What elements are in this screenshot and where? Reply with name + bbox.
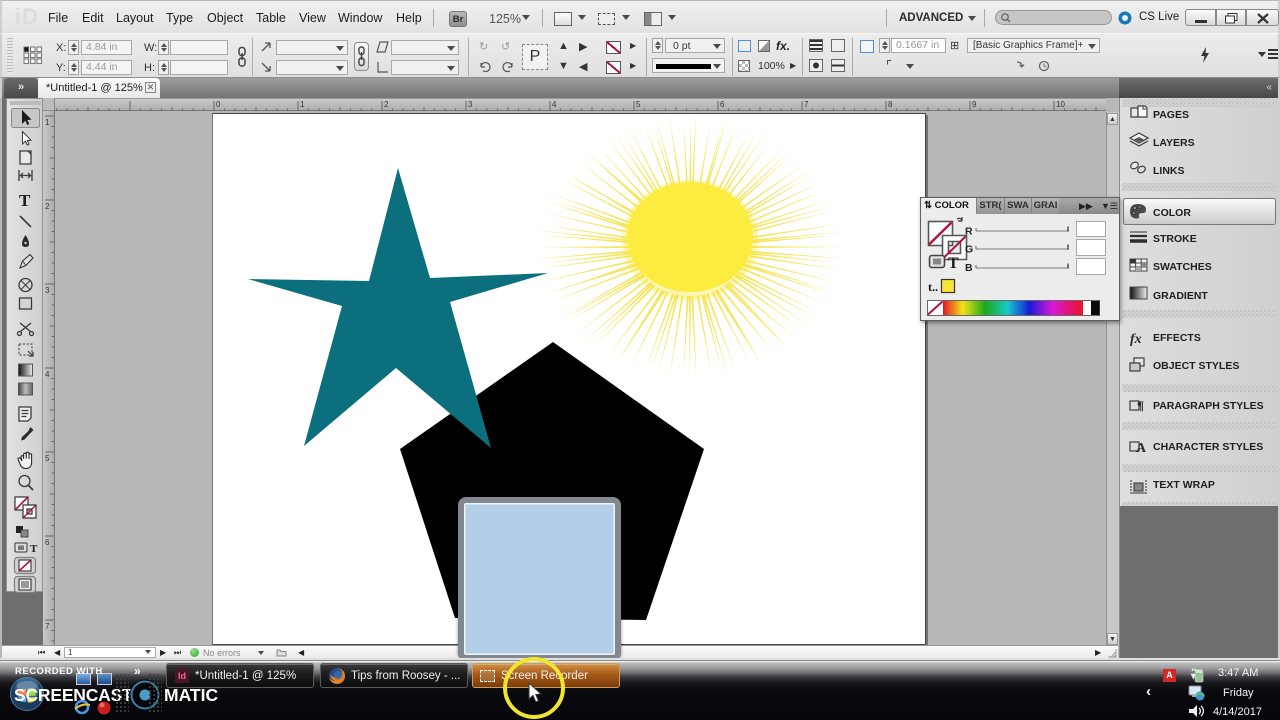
svg-text:fx: fx (1130, 332, 1142, 347)
svg-text:6: 6 (45, 538, 50, 547)
svg-text:A: A (1136, 441, 1147, 456)
svg-text:PAGES: PAGES (1153, 109, 1189, 121)
svg-text:9: 9 (972, 100, 977, 109)
svg-text:7: 7 (45, 622, 50, 631)
svg-text:B: B (965, 262, 973, 274)
svg-text:3: 3 (468, 100, 473, 109)
svg-text:2: 2 (384, 100, 389, 109)
svg-text:OBJECT STYLES: OBJECT STYLES (1153, 360, 1239, 372)
svg-text:5: 5 (636, 100, 641, 109)
svg-text:T: T (19, 191, 31, 210)
svg-text:SWATCHES: SWATCHES (1153, 261, 1212, 273)
svg-text:TEXT WRAP: TEXT WRAP (1153, 479, 1215, 491)
svg-text:LAYERS: LAYERS (1153, 137, 1195, 149)
svg-text:3: 3 (45, 286, 50, 295)
svg-text:¶: ¶ (1137, 398, 1144, 413)
svg-text:T: T (30, 543, 38, 555)
svg-text:STROKE: STROKE (1153, 233, 1197, 245)
svg-text:4: 4 (45, 370, 50, 379)
svg-text:8: 8 (888, 100, 893, 109)
svg-text:R: R (965, 226, 973, 238)
svg-text:0: 0 (216, 100, 221, 109)
svg-text:T: T (948, 255, 959, 272)
svg-text:2: 2 (45, 202, 50, 211)
svg-text:COLOR: COLOR (1153, 207, 1191, 219)
svg-text:10: 10 (1056, 100, 1065, 109)
svg-text:5: 5 (45, 454, 50, 463)
svg-text:6: 6 (720, 100, 725, 109)
svg-text:GRADIENT: GRADIENT (1153, 290, 1208, 302)
svg-text:4: 4 (552, 100, 557, 109)
svg-text:1: 1 (300, 100, 305, 109)
svg-text:CHARACTER STYLES: CHARACTER STYLES (1153, 441, 1263, 453)
svg-text:G: G (965, 244, 973, 256)
svg-text:1: 1 (45, 118, 50, 127)
svg-text:t..: t.. (928, 280, 938, 294)
svg-text:7: 7 (804, 100, 809, 109)
svg-text:LINKS: LINKS (1153, 165, 1185, 177)
svg-text:EFFECTS: EFFECTS (1153, 332, 1201, 344)
svg-text:PARAGRAPH STYLES: PARAGRAPH STYLES (1153, 400, 1264, 412)
